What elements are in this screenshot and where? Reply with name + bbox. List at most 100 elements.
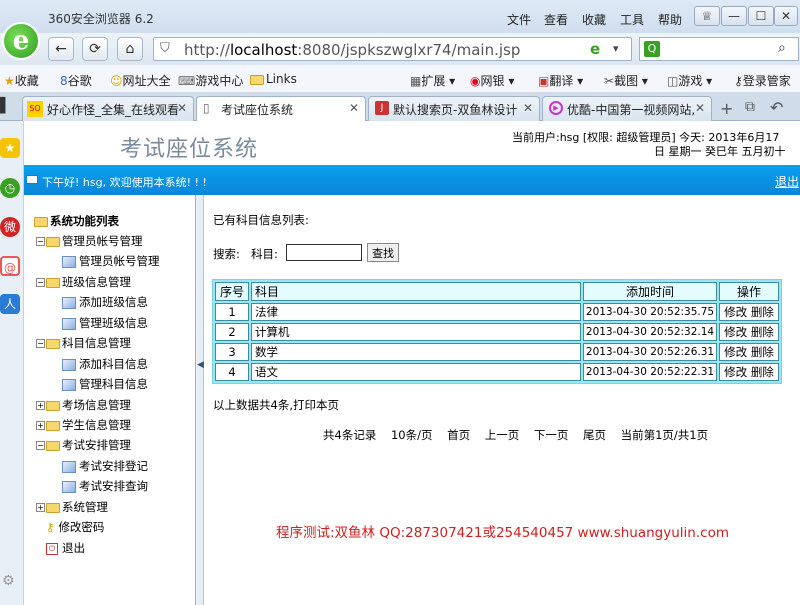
url-text[interactable]: http://localhost:8080/jspkszwglxr74/main…: [184, 41, 520, 59]
login-manager-button[interactable]: ⚷登录管家: [734, 72, 791, 89]
tab-youku[interactable]: ▶ 优酷-中国第一视频网站, ✕: [542, 96, 712, 121]
collapse-icon[interactable]: −: [36, 339, 45, 348]
close-tab-icon[interactable]: ✕: [523, 101, 533, 115]
tree-add-subject[interactable]: 添加科目信息: [62, 356, 148, 372]
new-tab-icon[interactable]: +: [720, 99, 733, 118]
favorites-star-icon[interactable]: ★: [0, 138, 20, 158]
edit-link[interactable]: 修改: [724, 325, 747, 339]
tab-youku-series[interactable]: SO 好心作怪_全集_在线观看 ✕: [22, 96, 194, 121]
first-page-link[interactable]: 首页: [447, 428, 470, 442]
settings-gear-icon[interactable]: ⚙: [2, 573, 15, 589]
menu-tools[interactable]: 工具: [620, 11, 644, 28]
home-icon[interactable]: ⌂: [117, 37, 143, 61]
row-time: 2013-04-30 20:52:26.31: [583, 343, 717, 361]
gamepad-icon: ⌨: [178, 74, 196, 88]
search-engine-icon[interactable]: Q: [644, 41, 660, 57]
tab-list-icon[interactable]: ⧉: [745, 99, 755, 115]
shirt-icon[interactable]: ♕: [694, 6, 720, 26]
close-tab-icon[interactable]: ✕: [349, 101, 359, 115]
tree-root[interactable]: 系统功能列表: [34, 213, 119, 229]
row-actions: 修改 删除: [719, 363, 779, 381]
edit-link[interactable]: 修改: [724, 345, 747, 359]
tree-manage-class[interactable]: 管理班级信息: [62, 315, 148, 331]
address-bar[interactable]: ⛉ http://localhost:8080/jspkszwglxr74/ma…: [153, 37, 632, 61]
menu-favorites[interactable]: 收藏: [582, 11, 606, 28]
ie-mode-icon[interactable]: e: [590, 40, 600, 58]
translate-button[interactable]: ▣翻译 ▾: [538, 72, 583, 89]
back-icon[interactable]: ←: [48, 37, 74, 61]
row-time: 2013-04-30 20:52:32.14: [583, 323, 717, 341]
panel-splitter[interactable]: [196, 195, 204, 605]
delete-link[interactable]: 删除: [751, 345, 774, 359]
tree-admin-account-manage[interactable]: 管理员帐号管理: [62, 253, 160, 269]
tree-exam-query[interactable]: 考试安排查询: [62, 478, 148, 494]
delete-link[interactable]: 删除: [751, 305, 774, 319]
dropdown-icon[interactable]: ▾: [613, 42, 619, 55]
tree-student-info[interactable]: + 学生信息管理: [36, 417, 131, 433]
delete-link[interactable]: 删除: [751, 325, 774, 339]
edit-link[interactable]: 修改: [724, 365, 747, 379]
weibo-icon[interactable]: 微: [0, 217, 20, 237]
clock-icon[interactable]: ◷: [0, 178, 20, 198]
bookmark-sites[interactable]: ☺网址大全: [110, 72, 171, 89]
collapse-icon[interactable]: −: [36, 278, 45, 287]
expand-icon[interactable]: +: [36, 421, 45, 430]
tree-admin-account[interactable]: − 管理员帐号管理: [36, 233, 143, 249]
refresh-icon[interactable]: ⟳: [82, 37, 108, 61]
close-tab-icon[interactable]: ✕: [695, 101, 705, 115]
collapse-icon[interactable]: −: [36, 441, 45, 450]
collapse-panel-icon[interactable]: ◀: [197, 360, 204, 370]
tab-exam-seat-system[interactable]: ▯ 考试座位系统 ✕: [196, 96, 366, 122]
tree-add-class[interactable]: 添加班级信息: [62, 294, 148, 310]
menu-help[interactable]: 帮助: [658, 11, 682, 28]
expand-icon[interactable]: +: [36, 503, 45, 512]
tree-subject-info[interactable]: − 科目信息管理: [36, 335, 131, 351]
undo-close-icon[interactable]: ↶: [770, 98, 783, 117]
edit-link[interactable]: 修改: [724, 305, 747, 319]
tree-class-info[interactable]: − 班级信息管理: [36, 274, 131, 290]
delete-link[interactable]: 删除: [751, 365, 774, 379]
bank-button[interactable]: ◉网银 ▾: [470, 72, 514, 89]
folder-open-icon: [46, 236, 60, 247]
extensions-button[interactable]: ▦扩展 ▾: [410, 72, 455, 89]
search-icon[interactable]: ⌕: [778, 40, 786, 56]
search-button[interactable]: 查找: [367, 243, 399, 262]
tree-exam-arrangement[interactable]: − 考试安排管理: [36, 437, 131, 453]
expand-icon[interactable]: +: [36, 401, 45, 410]
table-row: 4 语文 2013-04-30 20:52:22.31 修改 删除: [215, 363, 779, 381]
mail-icon[interactable]: @: [0, 256, 20, 276]
tree-change-password[interactable]: ⚷ 修改密码: [46, 519, 104, 535]
print-link[interactable]: 打印本页: [293, 398, 339, 412]
bookmark-games-center[interactable]: ⌨游戏中心: [178, 72, 243, 89]
maximize-icon[interactable]: ☐: [748, 6, 774, 26]
tree-logout[interactable]: ⏻ 退出: [46, 540, 85, 556]
tree-system-manage[interactable]: + 系统管理: [36, 499, 108, 515]
screenshot-button[interactable]: ✂截图 ▾: [604, 72, 648, 89]
table-row: 2 计算机 2013-04-30 20:52:32.14 修改 删除: [215, 323, 779, 341]
collapse-icon[interactable]: −: [36, 237, 45, 246]
total-records: 共4条记录: [323, 428, 377, 442]
prev-page-link[interactable]: 上一页: [485, 428, 520, 442]
bookmark-favorites[interactable]: ★收藏: [4, 72, 39, 89]
tree-exam-register[interactable]: 考试安排登记: [62, 458, 148, 474]
subject-search-input[interactable]: [286, 244, 362, 261]
menu-view[interactable]: 查看: [544, 11, 568, 28]
menu-file[interactable]: 文件: [507, 11, 531, 28]
youku-icon: ▶: [549, 101, 563, 115]
table-header-row: 序号 科目 添加时间 操作: [215, 282, 779, 301]
next-page-link[interactable]: 下一页: [534, 428, 569, 442]
last-page-link[interactable]: 尾页: [583, 428, 606, 442]
tree-manage-subject[interactable]: 管理科目信息: [62, 376, 148, 392]
tree-exam-room[interactable]: + 考场信息管理: [36, 397, 131, 413]
minimize-icon[interactable]: —: [721, 6, 747, 26]
tab-default-search[interactable]: J 默认搜索页-双鱼林设计 ✕: [368, 96, 540, 121]
people-icon[interactable]: 人: [0, 294, 20, 314]
sidebar-toggle-icon[interactable]: ▌: [0, 98, 11, 118]
bookmark-links[interactable]: Links: [250, 72, 297, 86]
close-icon[interactable]: ✕: [774, 6, 798, 26]
search-box[interactable]: Q ⌕: [639, 37, 799, 61]
games-button[interactable]: ◫游戏 ▾: [667, 72, 712, 89]
close-tab-icon[interactable]: ✕: [177, 101, 187, 115]
bookmark-google[interactable]: 8谷歌: [60, 72, 92, 89]
logout-link[interactable]: 退出: [775, 173, 799, 190]
